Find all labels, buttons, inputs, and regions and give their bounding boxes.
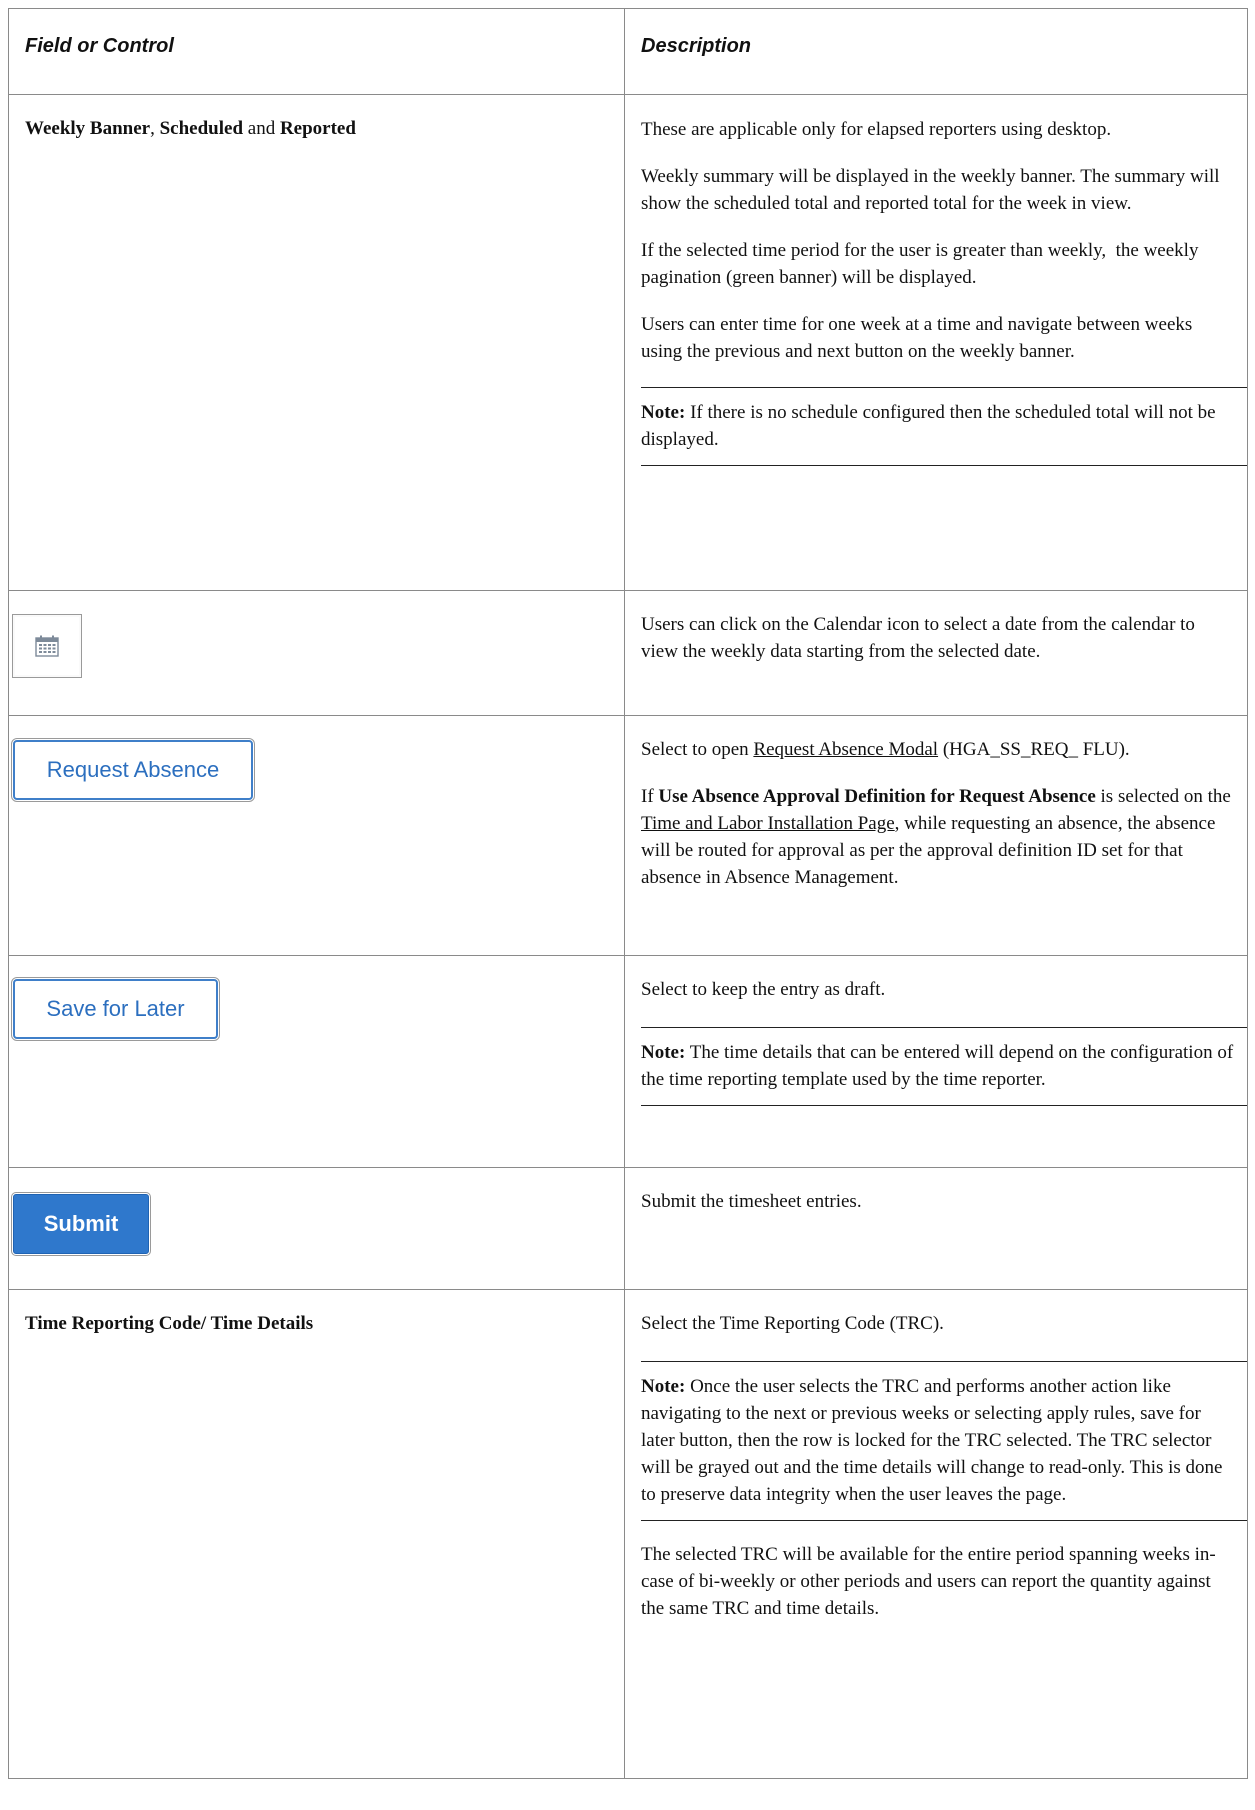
submit-button[interactable]: Submit: [11, 1192, 151, 1256]
table-header-row: Field or Control Description: [9, 9, 1248, 95]
note-label: Note:: [641, 402, 686, 423]
save-for-later-button[interactable]: Save for Later: [11, 977, 220, 1041]
text-span: (HGA_SS_REQ_ FLU).: [938, 739, 1130, 760]
description-cell: Submit the timesheet entries.: [625, 1168, 1248, 1289]
description-paragraph: Users can enter time for one week at a t…: [641, 314, 1193, 362]
text-span: is selected on the: [1095, 786, 1231, 807]
note-box: Note: Once the user selects the TRC and …: [641, 1361, 1247, 1521]
field-cell: Time Reporting Code/ Time Details: [9, 1290, 625, 1778]
field-cell: Request Absence: [9, 716, 625, 955]
description-paragraph: Select to open Request Absence Modal (HG…: [641, 736, 1235, 763]
description-cell: Select the Time Reporting Code (TRC). No…: [625, 1290, 1248, 1778]
description-paragraph: These are applicable only for elapsed re…: [641, 119, 1112, 140]
field-label-weekly-banner: Weekly Banner, Scheduled and Reported: [25, 115, 608, 142]
field-description-table: Field or Control Description Weekly Bann…: [8, 8, 1248, 1779]
label-separator: and: [243, 118, 280, 139]
label-reported: Reported: [279, 118, 356, 139]
label-scheduled: Scheduled: [159, 118, 244, 139]
note-box: Note: The time details that can be enter…: [641, 1027, 1247, 1106]
description-cell: Users can click on the Calendar icon to …: [625, 591, 1248, 715]
calendar-icon: [35, 635, 59, 657]
table-row-calendar: Users can click on the Calendar icon to …: [9, 591, 1248, 716]
description-cell: Select to open Request Absence Modal (HG…: [625, 716, 1248, 955]
bold-option-name: Use Absence Approval Definition for Requ…: [658, 786, 1096, 807]
table-row-submit: Submit Submit the timesheet entries.: [9, 1168, 1248, 1290]
description-paragraph: The selected TRC will be available for t…: [641, 1544, 1216, 1619]
note-text: The time details that can be entered wil…: [641, 1042, 1234, 1090]
text-span: Select to open: [641, 739, 754, 760]
request-absence-button[interactable]: Request Absence: [11, 738, 255, 802]
table-row-request-absence: Request Absence Select to open Request A…: [9, 716, 1248, 956]
label-separator: ,: [150, 118, 160, 139]
description-cell: These are applicable only for elapsed re…: [625, 95, 1248, 590]
description-paragraph: Submit the timesheet entries.: [641, 1191, 862, 1212]
field-cell: Weekly Banner, Scheduled and Reported: [9, 95, 625, 590]
note-text: Once the user selects the TRC and perfor…: [641, 1376, 1223, 1505]
description-paragraph: Select to keep the entry as draft.: [641, 979, 886, 1000]
note-label: Note:: [641, 1042, 686, 1063]
table-row-save-for-later: Save for Later Select to keep the entry …: [9, 956, 1248, 1168]
note-label: Note:: [641, 1376, 686, 1397]
label-trc: Time Reporting Code/ Time Details: [25, 1313, 314, 1334]
label-weekly-banner: Weekly Banner: [25, 118, 151, 139]
column-header-description: Description: [625, 9, 1248, 94]
time-labor-installation-link[interactable]: Time and Labor Installation Page: [641, 813, 895, 834]
description-paragraph: Weekly summary will be displayed in the …: [641, 166, 1220, 214]
description-paragraph: If the selected time period for the user…: [641, 240, 1204, 288]
note-text: If there is no schedule configured then …: [641, 402, 1216, 450]
table-row-time-reporting-code: Time Reporting Code/ Time Details Select…: [9, 1290, 1248, 1779]
description-cell: Select to keep the entry as draft. Note:…: [625, 956, 1248, 1167]
description-paragraph: Users can click on the Calendar icon to …: [641, 614, 1195, 662]
field-cell: Save for Later: [9, 956, 625, 1167]
description-paragraph: If Use Absence Approval Definition for R…: [641, 783, 1235, 891]
calendar-button[interactable]: [12, 614, 82, 678]
field-cell: [9, 591, 625, 715]
field-cell: Submit: [9, 1168, 625, 1289]
note-box: Note: If there is no schedule configured…: [641, 387, 1247, 466]
request-absence-modal-link[interactable]: Request Absence Modal: [753, 739, 938, 760]
description-paragraph: Select the Time Reporting Code (TRC).: [641, 1313, 944, 1334]
column-header-field: Field or Control: [9, 9, 625, 94]
table-row-weekly-banner: Weekly Banner, Scheduled and Reported Th…: [9, 95, 1248, 591]
field-label-trc: Time Reporting Code/ Time Details: [25, 1310, 608, 1337]
text-span: If: [641, 786, 659, 807]
